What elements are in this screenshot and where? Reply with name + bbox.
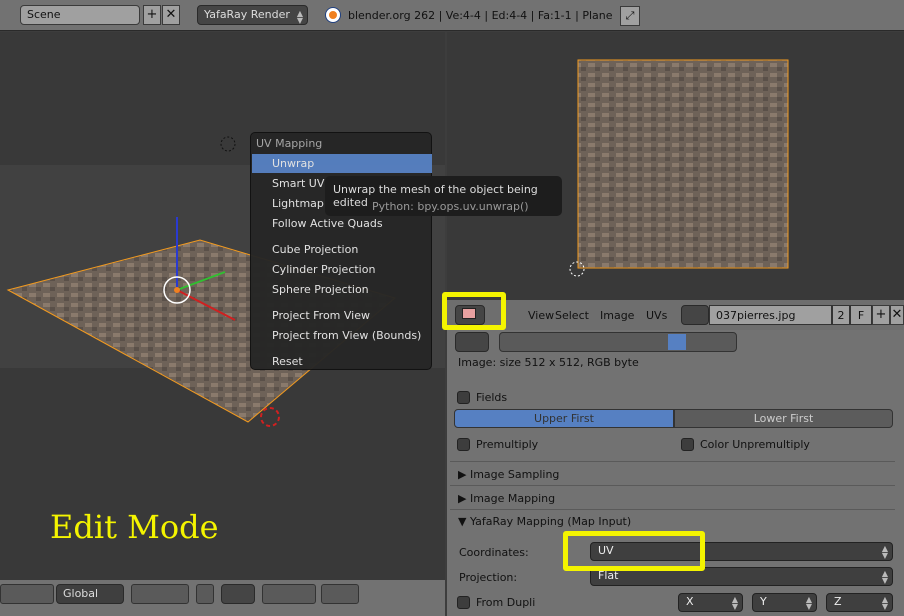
tooltip: Unwrap the mesh of the object being edit… (325, 176, 562, 216)
properties-editor-selector[interactable] (455, 332, 489, 352)
menu-item-cylinder-projection[interactable]: Cylinder Projection (272, 263, 375, 276)
coordinates-label: Coordinates: (459, 546, 529, 559)
menu-item-project-from-view[interactable]: Project From View (272, 309, 370, 322)
uv-mapping-menu: UV Mapping Unwrap Smart UV Project Light… (250, 132, 432, 370)
panel-image-mapping-label: Image Mapping (469, 492, 556, 505)
image-name: 037pierres.jpg (716, 309, 796, 322)
menu-select[interactable]: Select (555, 309, 589, 322)
uv-editor-header: View Select Image UVs 037pierres.jpg 2 F… (447, 300, 904, 330)
unlink-image-button[interactable]: ✕ (890, 305, 904, 325)
add-scene-button[interactable]: + (143, 5, 161, 25)
image-info: Image: size 512 x 512, RGB byte (458, 356, 639, 369)
fake-user-button[interactable]: F (850, 305, 872, 325)
select-mode-buttons[interactable] (131, 584, 189, 604)
mapping-z-dropdown[interactable]: Z ▲ ▼ (826, 593, 893, 612)
projection-label: Projection: (459, 571, 518, 584)
top-header: Scene + ✕ YafaRay Render ▲ ▼ blender.org 2… (0, 0, 904, 31)
fields-label: Fields (476, 391, 508, 404)
mapping-y-value: Y (760, 595, 767, 608)
render-buttons[interactable] (321, 584, 359, 604)
render-engine-dropdown[interactable]: YafaRay Render ▲ ▼ (197, 5, 308, 25)
browse-image-button[interactable] (681, 305, 709, 325)
tooltip-python: Python: bpy.ops.uv.unwrap() (372, 200, 529, 213)
fields-checkbox[interactable] (457, 391, 470, 404)
render-engine-label: YafaRay Render (204, 8, 290, 21)
uv-image-editor[interactable] (447, 32, 904, 300)
scene-stats: blender.org 262 | Ve:4-4 | Ed:4-4 | Fa:1… (348, 9, 613, 22)
mapping-z-value: Z (834, 595, 842, 608)
edit-mode-label: Edit Mode (50, 508, 219, 546)
3d-cursor-icon[interactable] (260, 407, 280, 427)
transform-orientation-value: Global (63, 587, 99, 600)
menu-view[interactable]: View (528, 309, 554, 322)
limit-selection-button[interactable] (196, 584, 214, 604)
manipulator-buttons[interactable] (0, 584, 54, 604)
premultiply-label: Premultiply (476, 438, 539, 451)
lower-first-button[interactable]: Lower First (674, 409, 893, 428)
menu-uvs[interactable]: UVs (646, 309, 667, 322)
scene-name: Scene (27, 8, 61, 21)
menu-item-reset[interactable]: Reset (272, 355, 303, 368)
menu-item-sphere-projection[interactable]: Sphere Projection (272, 283, 369, 296)
viewport-header: Edit ModeGlobal (0, 580, 445, 616)
from-dupli-label: From Dupli (476, 596, 536, 609)
mapping-x-value: X (686, 595, 694, 608)
panel-yafaray-mapping-label: YafaRay Mapping (Map Input) (469, 515, 632, 528)
delete-scene-button[interactable]: ✕ (162, 5, 180, 25)
panel-image-sampling[interactable]: ▶ Image Sampling (458, 468, 559, 481)
menu-item-follow-active-quads[interactable]: Follow Active Quads (272, 217, 383, 230)
snap-buttons[interactable] (262, 584, 316, 604)
mapping-x-dropdown[interactable]: X ▲ ▼ (678, 593, 743, 612)
menu-item-cube-projection[interactable]: Cube Projection (272, 243, 358, 256)
transform-orientation-dropdown[interactable]: Edit ModeGlobal (56, 584, 124, 604)
uv-image-texture[interactable] (577, 59, 789, 269)
image-name-field[interactable]: 037pierres.jpg (709, 305, 832, 325)
menu-item-project-from-view-bounds[interactable]: Project from View (Bounds) (272, 329, 421, 342)
properties-context-tabs[interactable] (499, 332, 737, 352)
fullscreen-icon[interactable]: ⤢ (620, 6, 640, 26)
proportional-editing-dropdown[interactable] (221, 584, 255, 604)
menu-item-unwrap[interactable]: Unwrap (272, 157, 314, 170)
texture-tab-icon[interactable] (668, 334, 686, 350)
panel-yafaray-mapping[interactable]: ▼ YafaRay Mapping (Map Input) (458, 515, 631, 528)
premultiply-checkbox[interactable] (457, 438, 470, 451)
color-unpremultiply-label: Color Unpremultiply (700, 438, 810, 451)
mapping-y-dropdown[interactable]: Y ▲ ▼ (752, 593, 817, 612)
menu-image[interactable]: Image (600, 309, 634, 322)
lamp-icon (220, 136, 236, 152)
panel-image-mapping[interactable]: ▶ Image Mapping (458, 492, 555, 505)
menu-title: UV Mapping (256, 137, 323, 150)
origin-dot (174, 287, 180, 293)
panel-image-sampling-label: Image Sampling (469, 468, 560, 481)
highlight-editor-type (442, 292, 506, 330)
texture-properties: Image: size 512 x 512, RGB byte Fields U… (447, 330, 904, 616)
blender-logo-icon (326, 8, 340, 22)
color-unpremultiply-checkbox[interactable] (681, 438, 694, 451)
new-image-button[interactable]: + (872, 305, 890, 325)
from-dupli-checkbox[interactable] (457, 596, 470, 609)
highlight-coordinates (563, 531, 705, 571)
image-users-count[interactable]: 2 (832, 305, 850, 325)
scene-selector[interactable]: Scene (20, 5, 140, 25)
upper-first-button[interactable]: Upper First (454, 409, 674, 428)
